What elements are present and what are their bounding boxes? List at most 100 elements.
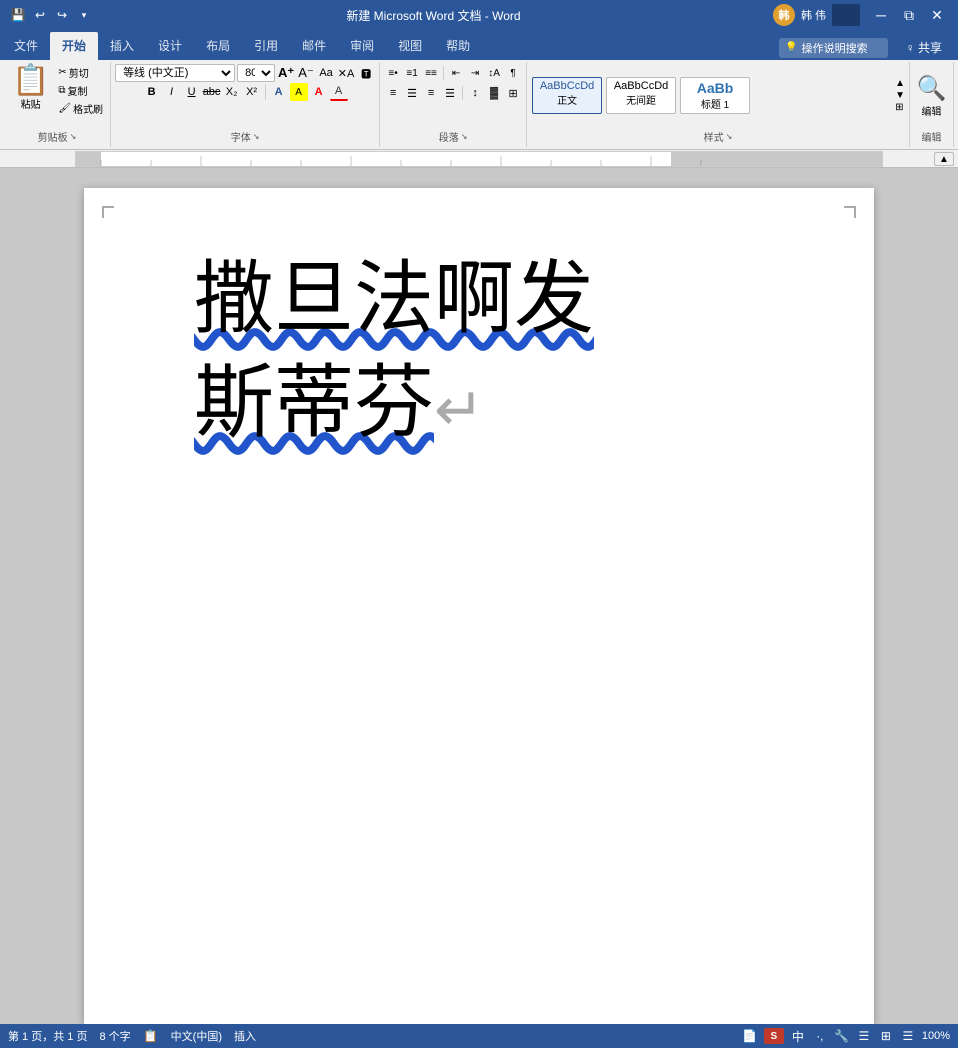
tab-file[interactable]: 文件 — [2, 32, 50, 60]
style-no-spacing[interactable]: AaBbCcDd 无间距 — [606, 77, 676, 114]
style-normal[interactable]: AaBbCcDd 正文 — [532, 77, 602, 114]
editing-group: 🔍 编辑 编辑 — [910, 62, 954, 147]
proofing-icon[interactable]: 📋 — [143, 1028, 159, 1044]
statusbar-icon4[interactable]: 🔧 — [834, 1028, 850, 1044]
titlebar-right: 韩 韩 伟 ─ ⧉ ✕ — [773, 4, 950, 26]
style-heading1[interactable]: AaBb 标题 1 — [680, 77, 750, 114]
editing-label: 编辑 — [922, 129, 942, 144]
text-effects-button[interactable]: A — [270, 83, 288, 101]
share-button[interactable]: ♀ 共享 — [896, 35, 952, 60]
paragraph-expand-icon[interactable]: ↘ — [461, 132, 468, 141]
sogou-icon[interactable]: S — [764, 1028, 784, 1044]
document-content[interactable]: 撒旦法啊发 斯蒂芬↵ — [194, 248, 784, 456]
titlebar-left: 💾 ↩ ↪ ▾ — [8, 5, 94, 25]
statusbar-icon7[interactable]: ☰ — [900, 1028, 916, 1044]
styles-expand-icon[interactable]: ↘ — [726, 132, 733, 141]
styles-scroll-up[interactable]: ▲ — [895, 78, 905, 89]
cut-button[interactable]: ✂ 剪切 — [55, 64, 106, 81]
format-painter-button[interactable]: 🖌 格式刷 — [55, 100, 106, 117]
font-case-button[interactable]: Aa — [317, 64, 335, 82]
font-name-select[interactable]: 等线 (中文正) — [115, 64, 235, 82]
language-info[interactable]: 中文(中国) — [171, 1028, 222, 1044]
tab-layout[interactable]: 布局 — [194, 32, 242, 60]
user-avatar[interactable]: 韩 — [773, 4, 795, 26]
clipboard-label: 剪贴板 — [38, 129, 68, 144]
search-label: 操作说明搜索 — [802, 40, 868, 56]
quickaccess-dropdown[interactable]: ▾ — [74, 5, 94, 25]
styles-scroll-down[interactable]: ▼ — [895, 90, 905, 101]
font-grow-button[interactable]: A⁺ — [277, 64, 295, 82]
statusbar-icon6[interactable]: ⊞ — [878, 1028, 894, 1044]
eraser-button[interactable]: 🆃 — [357, 64, 375, 82]
paste-label: 粘贴 — [21, 96, 41, 111]
strikethrough-button[interactable]: abc — [203, 83, 221, 101]
restore-button[interactable]: ⧉ — [896, 4, 922, 26]
search-box[interactable]: 💡 操作说明搜索 — [779, 38, 887, 58]
zoom-level[interactable]: 100% — [922, 1030, 950, 1042]
copy-icon: ⧉ — [58, 85, 65, 96]
collapse-ribbon-button[interactable]: ▲ — [934, 152, 954, 166]
close-button[interactable]: ✕ — [924, 4, 950, 26]
save-quickaccess[interactable]: 💾 — [8, 5, 28, 25]
page-info[interactable]: 第 1 页，共 1 页 — [8, 1028, 87, 1044]
font-color2-button[interactable]: A — [330, 83, 348, 101]
shading-button[interactable]: ▓ — [485, 84, 503, 102]
underline-button[interactable]: U — [183, 83, 201, 101]
tab-mail[interactable]: 邮件 — [290, 32, 338, 60]
statusbar-icon5[interactable]: ☰ — [856, 1028, 872, 1044]
styles-expand[interactable]: ⊞ — [895, 102, 905, 113]
superscript-button[interactable]: X² — [243, 83, 261, 101]
sort-button[interactable]: ↕A — [485, 64, 503, 82]
font-expand-icon[interactable]: ↘ — [253, 132, 260, 141]
bold-button[interactable]: B — [143, 83, 161, 101]
tab-review[interactable]: 审阅 — [338, 32, 386, 60]
numbered-list-button[interactable]: ≡1 — [403, 64, 421, 82]
tab-insert[interactable]: 插入 — [98, 32, 146, 60]
find-button[interactable]: 🔍 编辑 — [917, 74, 947, 118]
tab-references[interactable]: 引用 — [242, 32, 290, 60]
justify-button[interactable]: ☰ — [441, 84, 459, 102]
paste-button[interactable]: 📋 粘贴 — [8, 64, 53, 113]
borders-button[interactable]: ⊞ — [504, 84, 522, 102]
align-left-button[interactable]: ≡ — [384, 84, 402, 102]
font-color-button[interactable]: A — [310, 83, 328, 101]
corner-tr — [844, 206, 856, 218]
align-right-button[interactable]: ≡ — [422, 84, 440, 102]
statusbar-left: 第 1 页，共 1 页 8 个字 📋 中文(中国) 插入 — [8, 1028, 256, 1044]
minimize-button[interactable]: ─ — [868, 4, 894, 26]
clear-format-button[interactable]: ✕A — [337, 64, 355, 82]
increase-indent-button[interactable]: ⇥ — [466, 64, 484, 82]
italic-button[interactable]: I — [163, 83, 181, 101]
redo-quickaccess[interactable]: ↪ — [52, 5, 72, 25]
statusbar-icon3[interactable]: ·, — [812, 1028, 828, 1044]
font-shrink-button[interactable]: A⁻ — [297, 64, 315, 82]
doc-line-2: 斯蒂芬↵ — [194, 352, 784, 456]
page[interactable]: 撒旦法啊发 斯蒂芬↵ — [84, 188, 874, 1024]
undo-quickaccess[interactable]: ↩ — [30, 5, 50, 25]
tab-view[interactable]: 视图 — [386, 32, 434, 60]
clipboard-expand-icon[interactable]: ↘ — [70, 132, 77, 141]
format-painter-icon: 🖌 — [58, 103, 71, 114]
align-center-button[interactable]: ☰ — [403, 84, 421, 102]
ribbon-tabs: 文件 开始 插入 设计 布局 引用 邮件 审阅 视图 帮助 💡 操作说明搜索 ♀… — [0, 30, 958, 60]
word-count[interactable]: 8 个字 — [99, 1028, 130, 1044]
tab-help[interactable]: 帮助 — [434, 32, 482, 60]
statusbar-icon2[interactable]: 中 — [790, 1028, 806, 1044]
insert-mode[interactable]: 插入 — [234, 1028, 256, 1044]
styles-scroll: ▲ ▼ ⊞ — [895, 78, 905, 113]
decrease-indent-button[interactable]: ⇤ — [447, 64, 465, 82]
highlight-button[interactable]: A — [290, 83, 308, 101]
tab-home[interactable]: 开始 — [50, 32, 98, 60]
font-size-select[interactable]: 80 — [237, 64, 275, 82]
styles-group: AaBbCcDd 正文 AaBbCcDd 无间距 AaBb 标题 1 ▲ ▼ — [527, 62, 910, 147]
show-formatting-button[interactable]: ¶ — [504, 64, 522, 82]
doc-text-line1: 撒旦法啊发 — [194, 256, 594, 344]
multilevel-list-button[interactable]: ≡≡ — [422, 64, 440, 82]
subscript-button[interactable]: X₂ — [223, 83, 241, 101]
line-spacing-button[interactable]: ↕ — [466, 84, 484, 102]
statusbar-icon1[interactable]: 📄 — [742, 1028, 758, 1044]
tab-design[interactable]: 设计 — [146, 32, 194, 60]
copy-button[interactable]: ⧉ 复制 — [55, 82, 106, 99]
doc-text-line2: 斯蒂芬 — [194, 360, 434, 448]
bullets-button[interactable]: ≡• — [384, 64, 402, 82]
